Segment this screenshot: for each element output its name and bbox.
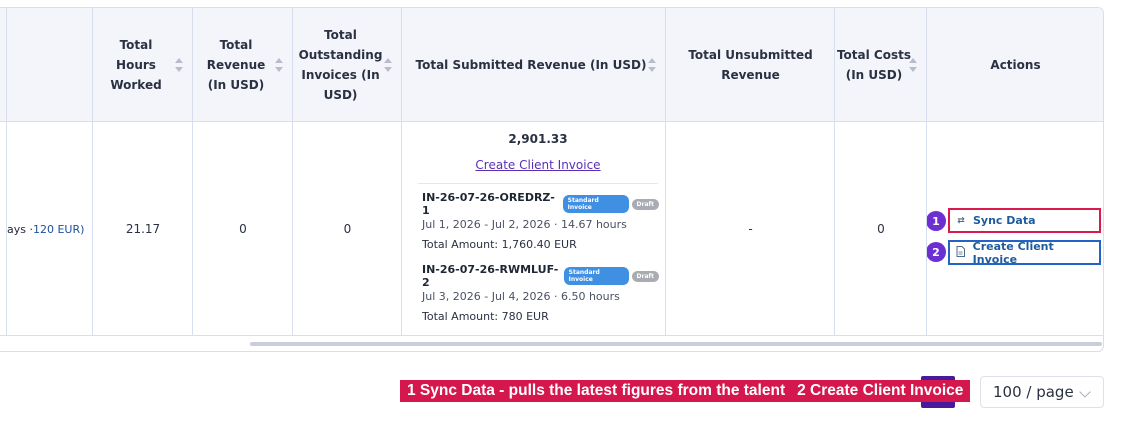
truncated-rate-suffix: ): [80, 222, 85, 236]
column-header-outstanding-invoices[interactable]: Total Outstanding Invoices (In USD): [293, 8, 402, 122]
sort-icon[interactable]: [648, 58, 656, 72]
draft-status-badge: Draft: [631, 270, 659, 282]
column-divider: [92, 8, 93, 336]
column-header-actions: Actions: [927, 8, 1103, 122]
sync-data-label: Sync Data: [973, 214, 1036, 227]
invoice-period: Jul 3, 2026 - Jul 4, 2026 · 6.50 hours: [422, 290, 620, 303]
column-divider: [192, 8, 193, 336]
column-header-total-revenue[interactable]: Total Revenue (In USD): [193, 8, 293, 122]
column-divider: [665, 8, 666, 336]
sync-icon: ⇄: [957, 215, 965, 226]
chevron-down-icon: [1079, 386, 1091, 398]
page-size-select[interactable]: 100 / page: [980, 376, 1104, 408]
annotation-sync-data: 1 Sync Data - pulls the latest figures f…: [407, 382, 786, 399]
draft-status-badge: Draft: [631, 198, 659, 210]
create-client-invoice-button[interactable]: Create Client Invoice: [948, 239, 1101, 266]
header-line: Worked: [110, 78, 162, 92]
header-line: Total: [119, 38, 153, 52]
annotation-create-invoice: 2 Create Client Invoice: [797, 382, 964, 399]
horizontal-scrollbar[interactable]: [250, 342, 1102, 346]
data-table: Total Hours Worked Total Revenue (In USD…: [0, 7, 1104, 352]
header-line: Hours: [116, 58, 156, 72]
column-header-hours-worked[interactable]: Total Hours Worked: [93, 8, 193, 122]
invoice-period: Jul 1, 2026 - Jul 2, 2026 · 14.67 hours: [422, 218, 627, 231]
page-size-value: 100 / page: [993, 383, 1074, 401]
cell-total-costs: 0: [877, 222, 885, 236]
create-client-invoice-label: Create Client Invoice: [972, 239, 1054, 266]
table-row: ays · 120 EUR ) 21.17 0 0 2,901.33 Creat…: [0, 122, 1103, 336]
header-line: Total Unsubmitted: [688, 48, 813, 62]
header-line: Total Costs: [836, 48, 912, 62]
standard-invoice-badge: Standard Invoice: [563, 267, 629, 285]
header-line: Actions: [990, 58, 1041, 72]
column-divider: [401, 8, 402, 336]
truncated-rate-cell: ays · 120 EUR ): [7, 122, 84, 336]
invoice-item: IN-26-07-26-RWMLUF-2 Standard Invoice Dr…: [422, 263, 662, 324]
submitted-revenue-total: 2,901.33: [508, 132, 568, 146]
cell-outstanding-invoices: 0: [343, 222, 352, 236]
truncated-rate-amount: 120 EUR: [32, 222, 81, 236]
sort-icon[interactable]: [909, 58, 917, 72]
document-icon: [954, 245, 968, 260]
sync-data-button[interactable]: ⇄ Sync Data: [948, 208, 1101, 233]
truncated-rate-prefix: ays ·: [7, 222, 33, 236]
header-line: (In USD): [845, 68, 903, 82]
step-number-badge: 1: [926, 211, 946, 231]
header-line: Total Submitted Revenue (In USD): [415, 58, 647, 72]
sort-icon[interactable]: [384, 58, 392, 72]
step-number-badge: 2: [926, 242, 946, 262]
column-divider: [6, 8, 7, 336]
standard-invoice-badge: Standard Invoice: [562, 195, 629, 213]
table-header: Total Hours Worked Total Revenue (In USD…: [0, 8, 1103, 122]
header-line: Invoices (In: [301, 68, 380, 82]
annotation-banner: 1 Sync Data - pulls the latest figures f…: [400, 380, 971, 402]
divider: [418, 183, 658, 184]
cell-submitted-revenue: 2,901.33 Create Client Invoice IN-26-07-…: [402, 122, 666, 336]
invoice-item: IN-26-07-26-OREDRZ-1 Standard Invoice Dr…: [422, 191, 662, 252]
sort-icon[interactable]: [275, 58, 283, 72]
column-header-total-costs[interactable]: Total Costs (In USD): [835, 8, 927, 122]
invoice-id[interactable]: IN-26-07-26-RWMLUF-2: [422, 263, 560, 289]
header-line: Total: [219, 38, 253, 52]
column-header-submitted-revenue[interactable]: Total Submitted Revenue (In USD): [402, 8, 666, 122]
invoice-id[interactable]: IN-26-07-26-OREDRZ-1: [422, 191, 559, 217]
header-line: Total: [324, 28, 357, 42]
column-divider: [292, 8, 293, 336]
header-line: Outstanding: [298, 48, 383, 62]
header-line: (In USD): [207, 78, 265, 92]
header-line: Revenue: [721, 68, 780, 82]
invoice-total-amount: Total Amount: 1,760.40 EUR: [422, 238, 577, 251]
header-line: USD): [323, 88, 358, 102]
column-divider: [926, 8, 927, 336]
column-divider: [834, 8, 835, 336]
cell-unsubmitted-revenue: -: [748, 222, 753, 236]
column-header-unsubmitted-revenue: Total Unsubmitted Revenue: [666, 8, 835, 122]
header-line: Revenue: [206, 58, 266, 72]
sort-icon[interactable]: [175, 58, 183, 72]
cell-hours-worked: 21.17: [125, 222, 161, 236]
invoice-total-amount: Total Amount: 780 EUR: [422, 310, 549, 323]
cell-total-revenue: 0: [239, 222, 247, 236]
create-client-invoice-link[interactable]: Create Client Invoice: [402, 158, 674, 172]
